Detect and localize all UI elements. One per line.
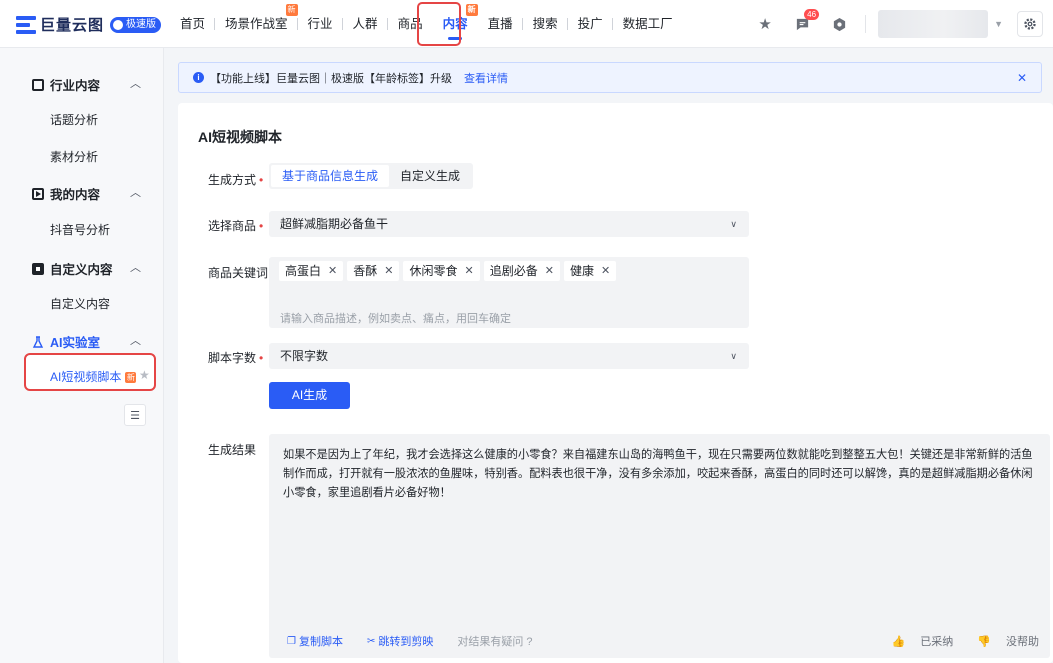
keywords-placeholder: 请输入商品描述，例如卖点、痛点，用回车确定 [280, 313, 511, 325]
adopted-button[interactable]: 👍 已采纳 [879, 633, 953, 649]
brand-name: 巨量云图 [40, 17, 105, 34]
sidebar-group-custom-content[interactable]: 自定义内容 [32, 259, 113, 278]
custom-content-icon [32, 262, 44, 275]
copy-icon: ❐ [287, 635, 296, 647]
close-icon[interactable]: ✕ [1017, 71, 1027, 85]
sidebar-item-custom-content[interactable]: 自定义内容 [50, 295, 110, 312]
remove-tag-icon[interactable]: ✕ [545, 261, 554, 281]
remove-tag-icon[interactable]: ✕ [464, 261, 473, 281]
hexagon-icon[interactable] [828, 13, 850, 35]
top-right-tools: ★ 46 ▼ [754, 0, 1053, 48]
settings-gear-icon[interactable] [1017, 11, 1043, 37]
nav-item-industry[interactable]: 行业 [298, 0, 343, 48]
not-helpful-button[interactable]: 👎 没帮助 [965, 633, 1039, 649]
jump-to-jianying-button[interactable]: ✂ 跳转到剪映 [367, 633, 433, 649]
rating-actions: 👍 已采纳 👎 没帮助 [867, 633, 1039, 649]
highlight-box-nav-content [417, 2, 461, 46]
result-label: 生成结果 [208, 443, 257, 457]
thumbs-down-icon: 👎 [977, 636, 991, 648]
keyword-tag: 高蛋白 ✕ [279, 261, 344, 281]
collapse-sidebar-icon[interactable]: ☰ [124, 404, 146, 426]
wordcount-select[interactable]: 不限字数 ∨ [269, 343, 749, 369]
keyword-tags: 高蛋白 ✕ 香酥 ✕ 休闲零食 ✕ 追剧必备 ✕ 健康 ✕ [279, 261, 620, 281]
divider [865, 15, 867, 33]
mode-option-custom[interactable]: 自定义生成 [389, 165, 471, 187]
chevron-up-icon[interactable]: ︿ [130, 259, 141, 275]
result-actions: ❐ 复制脚本 ✂ 跳转到剪映 对结果有疑问 ? 👍 已采纳 👎 没帮助 [287, 633, 1039, 649]
nav-item-ads[interactable]: 投广 [568, 0, 613, 48]
chevron-up-icon[interactable]: ︿ [130, 75, 141, 91]
flask-icon [32, 335, 44, 348]
scissors-icon: ✂ [366, 635, 376, 647]
sidebar-group-ai-lab[interactable]: AI实验室 [32, 332, 100, 351]
chevron-up-icon[interactable]: ︿ [130, 332, 141, 348]
nav-item-search[interactable]: 搜索 [523, 0, 568, 48]
user-account-menu[interactable] [878, 10, 989, 38]
keyword-tag: 休闲零食 ✕ [403, 261, 480, 281]
top-navigation-bar: 巨量云图 极速版 首页 场景作战室新 行业 人群 商品 内容新 直播 搜索 投广… [0, 0, 1053, 48]
favorite-star-icon[interactable]: ★ [139, 368, 150, 382]
mode-segmented-control: 基于商品信息生成 自定义生成 [269, 163, 474, 189]
keyword-tag: 香酥 ✕ [347, 261, 400, 281]
page-title: AI短视频脚本 [198, 129, 282, 145]
product-select-value: 超鲜减脂期必备鱼干 [280, 217, 389, 231]
chevron-down-icon: ∨ [730, 351, 737, 361]
wordcount-select-value: 不限字数 [280, 349, 329, 363]
copy-script-button[interactable]: ❐ 复制脚本 [287, 633, 343, 649]
wordcount-label: 脚本字数 • [208, 351, 264, 365]
feedback-question[interactable]: 对结果有疑问 ? [457, 633, 532, 649]
result-text: 如果不是因为上了年纪，我才会选择这么健康的小零食？来自福建东山岛的海鸭鱼干，现在… [283, 449, 1033, 499]
thumbs-up-icon: 👍 [891, 636, 906, 648]
remove-tag-icon[interactable]: ✕ [328, 261, 337, 281]
sidebar-item-material-analysis[interactable]: 素材分析 [50, 148, 98, 165]
remove-tag-icon[interactable]: ✕ [384, 261, 393, 281]
result-box: 如果不是因为上了年纪，我才会选择这么健康的小零食？来自福建东山岛的海鸭鱼干，现在… [269, 434, 1050, 658]
nav-item-scene-room[interactable]: 场景作战室新 [215, 0, 298, 48]
sidebar-item-topic-analysis[interactable]: 话题分析 [50, 111, 98, 128]
nav-item-data-factory[interactable]: 数据工厂 [613, 0, 683, 48]
keywords-label: 商品关键词• [208, 266, 275, 280]
nav-item-audience[interactable]: 人群 [343, 0, 388, 48]
brand-logo[interactable]: 巨量云图 极速版 [16, 14, 162, 35]
sidebar: 行业内容 ︿ 话题分析 素材分析 我的内容 ︿ 抖音号分析 自定义内容 ︿ 自定… [0, 48, 164, 663]
ai-script-panel: AI短视频脚本 生成方式 • 基于商品信息生成 自定义生成 选择商品 • 超鲜减脂期… [178, 103, 1053, 663]
keyword-tag: 健康 ✕ [563, 261, 617, 281]
play-icon [32, 187, 44, 200]
product-label: 选择商品 • [208, 219, 264, 233]
nav-item-home[interactable]: 首页 [170, 0, 216, 48]
message-icon[interactable]: 46 [791, 9, 820, 35]
star-icon[interactable]: ★ [754, 13, 776, 35]
nav-item-live[interactable]: 直播 [478, 0, 523, 48]
new-badge: 新 [465, 4, 478, 16]
chevron-up-icon[interactable]: ︿ [130, 184, 141, 200]
announcement-link[interactable]: 查看详情 [464, 70, 508, 86]
edition-badge: 极速版 [110, 16, 162, 33]
message-count-badge: 46 [804, 9, 820, 20]
sidebar-group-my-content[interactable]: 我的内容 [32, 184, 100, 203]
announcement-text: 【功能上线】巨量云图｜极速版【年龄标签】升级 [210, 72, 452, 85]
brand-logo-icon [16, 15, 36, 34]
film-icon [32, 78, 44, 91]
chevron-down-icon[interactable]: ▼ [994, 19, 1003, 29]
new-badge: 新 [285, 4, 298, 16]
chevron-down-icon: ∨ [730, 219, 737, 229]
sidebar-item-douyin-analysis[interactable]: 抖音号分析 [50, 221, 110, 238]
announcement-banner: i 【功能上线】巨量云图｜极速版【年龄标签】升级 查看详情 ✕ [178, 62, 1042, 93]
mode-option-product[interactable]: 基于商品信息生成 [271, 165, 390, 187]
sidebar-group-industry-content[interactable]: 行业内容 [32, 75, 100, 94]
keywords-input[interactable]: 高蛋白 ✕ 香酥 ✕ 休闲零食 ✕ 追剧必备 ✕ 健康 ✕ 请输入商品描述，例如卖点、痛点… [269, 257, 749, 328]
keyword-tag: 追剧必备 ✕ [483, 261, 560, 281]
help-circle-icon: ? [526, 636, 533, 648]
info-icon: i [193, 72, 204, 83]
mode-label: 生成方式 • [208, 173, 264, 187]
new-badge: 新 [125, 372, 137, 383]
sidebar-item-ai-video-script[interactable]: AI短视频脚本新 [50, 368, 137, 385]
product-select[interactable]: 超鲜减脂期必备鱼干 ∨ [269, 211, 749, 237]
remove-tag-icon[interactable]: ✕ [601, 261, 610, 281]
ai-generate-button[interactable]: AI生成 [269, 382, 350, 409]
